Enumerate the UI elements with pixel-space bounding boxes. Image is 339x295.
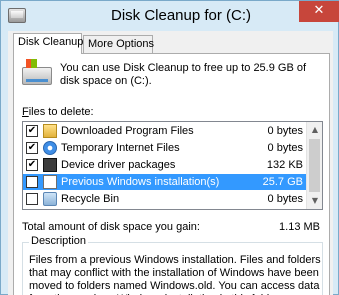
- disk-cleanup-app-icon: [8, 8, 26, 23]
- title-bar[interactable]: Disk Cleanup for (C:) ✕: [1, 1, 339, 31]
- total-space-label: Total amount of disk space you gain:: [22, 221, 200, 233]
- list-item[interactable]: Recycle Bin 0 bytes: [23, 191, 307, 207]
- description-text: Files from a previous Windows installati…: [29, 254, 321, 295]
- list-item[interactable]: ✔ Downloaded Program Files 0 bytes: [23, 123, 307, 139]
- list-scrollbar[interactable]: ▲ ▼: [306, 122, 322, 209]
- close-button[interactable]: ✕: [299, 1, 339, 22]
- checkbox[interactable]: ✔: [26, 159, 38, 171]
- intro-text: You can use Disk Cleanup to free up to 2…: [60, 62, 307, 87]
- hard-drive-icon: [22, 59, 52, 85]
- list-item-size: 25.7 GB: [262, 176, 303, 188]
- list-item-size: 132 KB: [266, 159, 303, 171]
- tab-panel-disk-cleanup: You can use Disk Cleanup to free up to 2…: [13, 53, 330, 295]
- checkbox[interactable]: [26, 193, 38, 205]
- list-item-size: 0 bytes: [267, 193, 303, 205]
- list-item-size: 0 bytes: [267, 125, 303, 137]
- files-to-delete-list[interactable]: ✔ Downloaded Program Files 0 bytes ✔ Tem…: [22, 121, 323, 210]
- files-label-text: iles to delete:: [28, 106, 94, 118]
- list-item-label: Downloaded Program Files: [61, 125, 194, 137]
- files-label-accelerator: F: [22, 106, 29, 118]
- tab-disk-cleanup[interactable]: Disk Cleanup: [13, 33, 83, 54]
- list-item-label: Temporary Internet Files: [61, 142, 180, 154]
- scroll-up-icon[interactable]: ▲: [307, 122, 323, 138]
- description-group: Description Files from a previous Window…: [22, 235, 323, 295]
- scroll-thumb[interactable]: [309, 139, 320, 192]
- window-title: Disk Cleanup for (C:): [111, 7, 252, 24]
- internet-explorer-icon: [43, 141, 57, 155]
- files-to-delete-label: Files to delete:: [22, 106, 94, 118]
- list-item-label: Previous Windows installation(s): [61, 176, 220, 188]
- list-item-label: Device driver packages: [61, 159, 176, 171]
- disk-cleanup-window: Disk Cleanup for (C:) ✕ Disk Cleanup Mor…: [0, 0, 339, 295]
- document-icon: [43, 175, 57, 189]
- list-item-size: 0 bytes: [267, 142, 303, 154]
- checkbox[interactable]: ✔: [26, 125, 38, 137]
- description-title: Description: [29, 235, 89, 247]
- list-item[interactable]: ✔ Temporary Internet Files 0 bytes: [23, 140, 307, 156]
- recycle-bin-icon: [43, 192, 57, 206]
- total-space-value: 1.13 MB: [279, 221, 320, 233]
- list-item[interactable]: ✔ Device driver packages 132 KB: [23, 157, 307, 173]
- list-item-selected[interactable]: Previous Windows installation(s) 25.7 GB: [23, 174, 307, 190]
- list-item-label: Recycle Bin: [61, 193, 120, 205]
- scroll-down-icon[interactable]: ▼: [307, 193, 323, 209]
- folder-icon: [43, 124, 57, 138]
- driver-icon: [43, 158, 57, 172]
- checkbox[interactable]: [26, 176, 38, 188]
- dialog-client-area: Disk Cleanup More Options You can use Di…: [8, 31, 333, 295]
- checkbox[interactable]: ✔: [26, 142, 38, 154]
- tab-more-options[interactable]: More Options: [83, 35, 154, 53]
